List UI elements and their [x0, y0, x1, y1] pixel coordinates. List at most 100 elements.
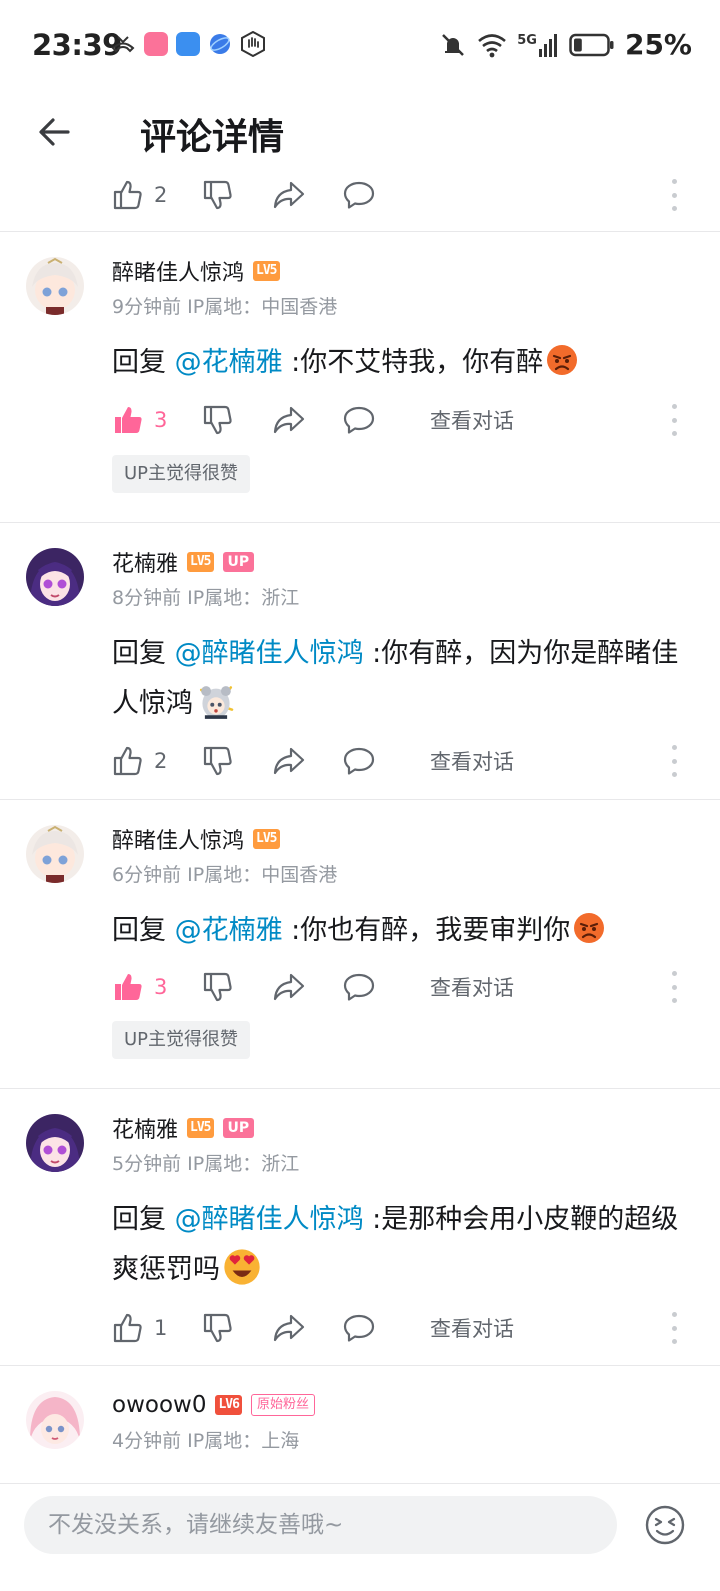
username[interactable]: 花楠雅 [112, 1112, 178, 1144]
mention-link[interactable]: @醉睹佳人惊鸿 [175, 1204, 364, 1235]
view-conversation-link[interactable]: 查看对话 [430, 746, 514, 776]
mention-link[interactable]: @花楠雅 [175, 915, 283, 946]
comment-bubble-icon [343, 747, 375, 775]
level-badge: LV6 [215, 1395, 242, 1415]
reply-button[interactable] [342, 745, 412, 777]
ip-location: IP属地：浙江 [187, 587, 300, 609]
missed-call-icon [111, 36, 135, 53]
mute-icon [442, 33, 465, 56]
status-bar: 23:39 5G 25% [0, 0, 720, 90]
comment-meta: 9分钟前 IP属地：中国香港 [112, 292, 337, 319]
username[interactable]: 花楠雅 [112, 546, 178, 578]
comment-time: 4分钟前 [112, 1430, 182, 1452]
comment-text: 回复 @花楠雅 :你不艾特我，你有醉 [112, 338, 692, 388]
view-conversation-link[interactable]: 查看对话 [430, 972, 514, 1002]
share-button[interactable] [272, 179, 342, 211]
like-count: 3 [154, 408, 168, 432]
up-liked-badge: UP主觉得很赞 [112, 455, 251, 493]
like-count: 3 [154, 975, 168, 999]
view-conversation-link[interactable]: 查看对话 [430, 1313, 514, 1343]
avatar[interactable] [26, 257, 84, 315]
thumbs-down-icon [203, 1313, 232, 1343]
username[interactable]: 醉睹佳人惊鸿 [112, 823, 244, 855]
avatar[interactable] [26, 1391, 84, 1449]
battery-percent: 25% [624, 28, 692, 61]
reply-comment: 花楠雅 LV5 UP 8分钟前 IP属地：浙江 回复 @醉睹佳人惊鸿 :你有醉，… [0, 523, 720, 799]
dislike-button[interactable] [202, 745, 272, 777]
like-count: 2 [154, 183, 168, 207]
page-title: 评论详情 [140, 117, 285, 158]
emoji-button[interactable] [644, 1504, 686, 1546]
ip-location: IP属地：上海 [187, 1430, 300, 1452]
reply-comment: 花楠雅 LV5 UP 5分钟前 IP属地：浙江 回复 @醉睹佳人惊鸿 :是那种会… [0, 1089, 720, 1365]
comment-actions: 2 查看对话 [112, 739, 692, 783]
dislike-button[interactable] [202, 1312, 272, 1344]
angry-emoji [574, 913, 605, 943]
anime-avatar-icon [26, 548, 84, 606]
share-button[interactable] [272, 971, 342, 1003]
share-button[interactable] [272, 745, 342, 777]
anime-avatar-icon [26, 1391, 84, 1449]
comment-bubble-icon [343, 406, 375, 434]
more-options-button[interactable] [664, 1312, 684, 1344]
reply-input[interactable] [24, 1496, 617, 1554]
comment-actions: 1 查看对话 [112, 1306, 692, 1350]
thumbs-down-icon [203, 972, 232, 1002]
mention-link[interactable]: @花楠雅 [175, 347, 283, 378]
dislike-button[interactable] [202, 179, 272, 211]
wifi-icon [478, 33, 507, 57]
avatar[interactable] [26, 548, 84, 606]
like-button[interactable]: 3 [112, 404, 202, 436]
share-button[interactable] [272, 1312, 342, 1344]
thumbs-up-filled-icon [115, 974, 142, 1000]
heart-eyes-emoji [224, 1249, 260, 1285]
browser-app-icon [210, 34, 230, 54]
reply-comment: 醉睹佳人惊鸿 LV5 6分钟前 IP属地：中国香港 回复 @花楠雅 :你也有醉，… [0, 800, 720, 1088]
anime-avatar-icon [26, 257, 84, 315]
battery-icon [569, 33, 614, 56]
view-conversation-link[interactable]: 查看对话 [430, 405, 514, 435]
top-bar: 评论详情 [0, 90, 720, 174]
reply-button[interactable] [342, 971, 412, 1003]
up-badge: UP [222, 552, 255, 572]
reply-button[interactable] [342, 1312, 412, 1344]
like-count: 1 [154, 1316, 168, 1340]
more-options-button[interactable] [664, 745, 684, 777]
ip-location: IP属地：中国香港 [187, 864, 338, 886]
username[interactable]: 醉睹佳人惊鸿 [112, 255, 244, 287]
username[interactable]: owoow0 [112, 1392, 206, 1418]
chibi-sticker [199, 686, 234, 719]
avatar[interactable] [26, 1114, 84, 1172]
root-comment-actions: 2 [112, 173, 692, 217]
like-button[interactable]: 1 [112, 1312, 202, 1344]
reply-button[interactable] [342, 404, 412, 436]
share-icon [273, 181, 305, 209]
dislike-button[interactable] [202, 404, 272, 436]
comment-time: 8分钟前 [112, 587, 182, 609]
share-icon [273, 1314, 305, 1342]
reply-bar [0, 1483, 720, 1591]
network-type: 5G [517, 33, 559, 57]
dislike-button[interactable] [202, 971, 272, 1003]
like-button[interactable]: 2 [112, 745, 202, 777]
more-options-button[interactable] [664, 179, 684, 211]
more-options-button[interactable] [664, 404, 684, 436]
more-options-button[interactable] [664, 971, 684, 1003]
share-icon [273, 973, 305, 1001]
comment-text: 回复 @花楠雅 :你也有醉，我要审判你 [112, 906, 692, 956]
avatar[interactable] [26, 825, 84, 883]
like-button[interactable]: 2 [112, 179, 202, 211]
like-button[interactable]: 3 [112, 971, 202, 1003]
mention-link[interactable]: @醉睹佳人惊鸿 [175, 638, 364, 669]
signal-icon [538, 33, 557, 57]
like-count: 2 [154, 749, 168, 773]
share-button[interactable] [272, 404, 342, 436]
comment-actions: 3 查看对话 [112, 965, 692, 1009]
level-badge: LV5 [187, 1118, 214, 1138]
back-button[interactable] [30, 108, 78, 156]
reply-button[interactable] [342, 179, 412, 211]
comment-meta: 5分钟前 IP属地：浙江 [112, 1149, 299, 1176]
comment-time: 6分钟前 [112, 864, 182, 886]
comment-meta: 4分钟前 IP属地：上海 [112, 1426, 299, 1453]
comment-meta: 8分钟前 IP属地：浙江 [112, 583, 299, 610]
